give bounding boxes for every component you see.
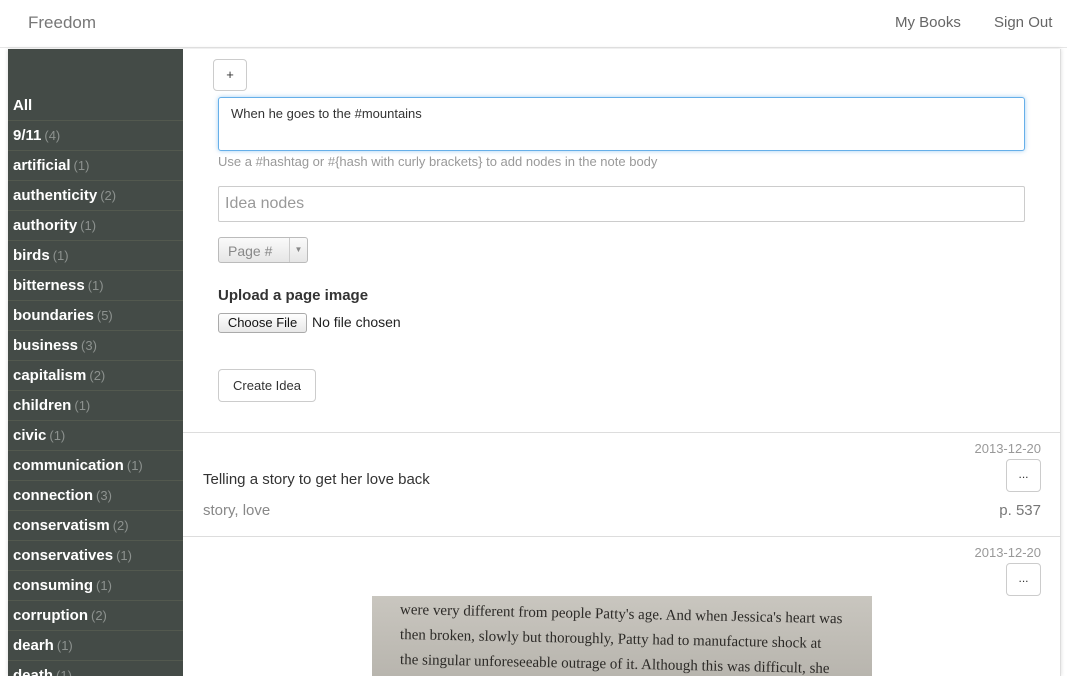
sidebar-item-label: bitterness	[13, 277, 85, 294]
sidebar-item-label: authenticity	[13, 187, 98, 204]
note-tags: story, love	[203, 502, 271, 519]
add-button[interactable]: +	[213, 59, 247, 91]
page-number-select[interactable]: Page # ▼	[218, 237, 308, 263]
note-date: 2013-12-20	[974, 545, 1042, 560]
sidebar-item-civic[interactable]: civic (1)	[8, 421, 183, 451]
sidebar-item-connection[interactable]: connection (3)	[8, 481, 183, 511]
sidebar-item-count: (1)	[56, 668, 72, 676]
sidebar-item-communication[interactable]: communication (1)	[8, 451, 183, 481]
sidebar-item-count: (2)	[89, 368, 106, 383]
divider	[183, 432, 1060, 433]
note-date: 2013-12-20	[974, 441, 1042, 456]
divider	[183, 536, 1060, 537]
sidebar-item-count: (1)	[73, 158, 90, 173]
note-more-button[interactable]: ...	[1006, 459, 1041, 492]
sidebar-item-all[interactable]: All	[8, 91, 183, 121]
sidebar-item-birds[interactable]: birds (1)	[8, 241, 183, 271]
content-frame: All 9/11 (4) artificial (1) authenticity (2) au…	[8, 49, 1061, 676]
sidebar-item-count: (1)	[126, 458, 143, 473]
sidebar-item-count: (1)	[87, 278, 104, 293]
sidebar-item-count: (1)	[80, 218, 97, 233]
sidebar-item-count: (1)	[74, 398, 91, 413]
sidebar-item-label: artificial	[13, 157, 71, 174]
sidebar-item-count: (1)	[116, 548, 132, 563]
sidebar-item-label: corruption	[13, 607, 88, 624]
note-body-textarea[interactable]: When he goes to the #mountains	[218, 97, 1025, 151]
sidebar-item-bitterness[interactable]: bitterness (1)	[8, 271, 183, 301]
sidebar-item-count: (2)	[91, 608, 107, 623]
sidebar-item-children[interactable]: children (1)	[8, 391, 183, 421]
main-content: + When he goes to the #mountains Use a #…	[183, 49, 1060, 676]
sidebar-item-label: conservatives	[13, 547, 114, 564]
tag-list: All 9/11 (4) artificial (1) authenticity (2) au…	[8, 91, 183, 676]
sidebar-item-artificial[interactable]: artificial (1)	[8, 151, 183, 181]
sidebar-item-label: business	[13, 337, 79, 354]
sidebar-item-boundaries[interactable]: boundaries (5)	[8, 301, 183, 331]
brand-title[interactable]: Freedom	[28, 13, 96, 33]
sidebar-item-count: (1)	[52, 248, 69, 263]
sidebar-item-authority[interactable]: authority (1)	[8, 211, 183, 241]
sidebar-item-count: (2)	[100, 188, 117, 203]
sidebar-item-business[interactable]: business (3)	[8, 331, 183, 361]
sidebar-item-corruption[interactable]: corruption (2)	[8, 601, 183, 631]
sidebar-item-authenticity[interactable]: authenticity (2)	[8, 181, 183, 211]
sidebar-item-death[interactable]: death (1)	[8, 661, 183, 676]
sidebar-item-count: (4)	[44, 128, 61, 143]
sidebar-item-count: (1)	[56, 638, 73, 653]
page-photo-image: were very different from people Patty's …	[372, 596, 872, 676]
note-text: Telling a story to get her love back	[203, 471, 430, 488]
sidebar-item-label: All	[13, 97, 33, 114]
sidebar-item-9-11[interactable]: 9/11 (4)	[8, 121, 183, 151]
sidebar-item-capitalism[interactable]: capitalism (2)	[8, 361, 183, 391]
create-idea-button[interactable]: Create Idea	[218, 369, 316, 402]
sidebar-item-count: (5)	[96, 308, 113, 323]
sidebar-item-label: dearh	[13, 637, 54, 654]
sidebar-item-label: 9/11	[13, 127, 42, 144]
sidebar-item-count: (3)	[81, 338, 97, 353]
sidebar-item-count: (3)	[96, 488, 112, 503]
top-navbar: Freedom My Books Sign Out	[0, 0, 1067, 48]
upload-image-label: Upload a page image	[218, 287, 369, 304]
sidebar-item-label: children	[13, 397, 72, 414]
page-number-select-label: Page #	[228, 243, 273, 259]
sidebar-item-label: communication	[13, 457, 124, 474]
sidebar-item-label: civic	[13, 427, 47, 444]
sidebar-item-label: connection	[13, 487, 94, 504]
tag-sidebar: All 9/11 (4) artificial (1) authenticity (2) au…	[8, 49, 183, 676]
note-page-number: p. 537	[999, 502, 1041, 519]
sidebar-item-conservatives[interactable]: conservatives (1)	[8, 541, 183, 571]
sidebar-item-label: consuming	[13, 577, 94, 594]
nav-my-books-link[interactable]: My Books	[895, 14, 961, 31]
sidebar-item-label: boundaries	[13, 307, 94, 324]
sidebar-item-conservatism[interactable]: conservatism (2)	[8, 511, 183, 541]
sidebar-item-count: (1)	[96, 578, 112, 593]
sidebar-item-count: (1)	[49, 428, 66, 443]
nav-sign-out-link[interactable]: Sign Out	[994, 14, 1052, 31]
sidebar-item-label: birds	[13, 247, 50, 264]
sidebar-item-dearh[interactable]: dearh (1)	[8, 631, 183, 661]
sidebar-item-consuming[interactable]: consuming (1)	[8, 571, 183, 601]
note-more-button[interactable]: ...	[1006, 563, 1041, 596]
chevron-down-icon: ▼	[289, 238, 307, 262]
choose-file-button[interactable]: Choose File	[218, 313, 307, 333]
file-status-text: No file chosen	[312, 314, 401, 330]
sidebar-item-count: (2)	[112, 518, 129, 533]
sidebar-item-label: capitalism	[13, 367, 87, 384]
sidebar-item-label: conservatism	[13, 517, 110, 534]
hashtag-hint: Use a #hashtag or #{hash with curly brac…	[218, 154, 658, 169]
sidebar-item-label: authority	[13, 217, 78, 234]
sidebar-item-label: death	[13, 667, 54, 676]
idea-nodes-input[interactable]	[218, 186, 1025, 222]
